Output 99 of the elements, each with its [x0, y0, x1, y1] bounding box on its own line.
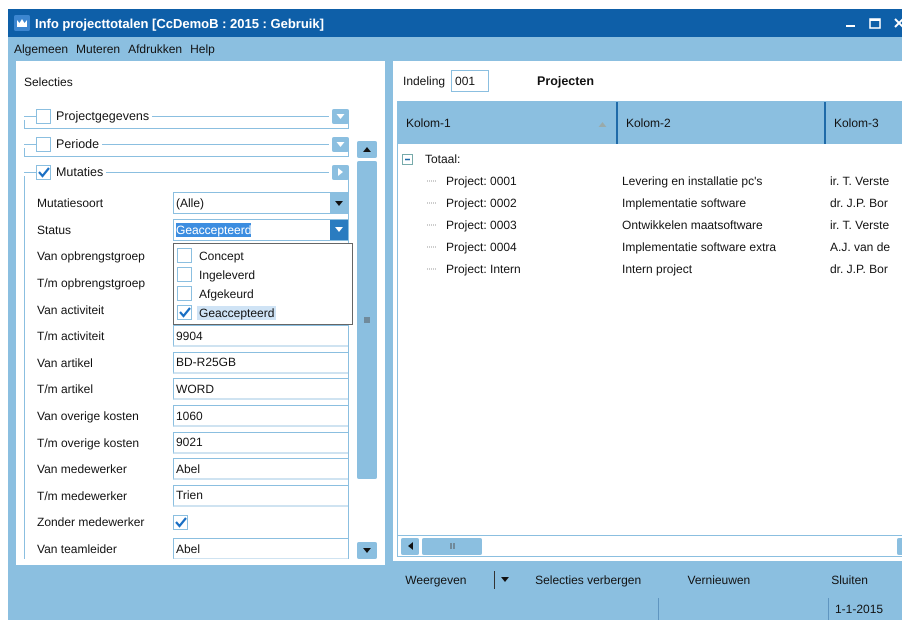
grip-icon — [364, 317, 370, 323]
status-date: 1-1-2015 — [828, 598, 902, 620]
scroll-down-button[interactable] — [357, 542, 377, 559]
dropdown-arrow-icon — [501, 577, 510, 582]
table-cell-text: dr. J.P. Bor — [830, 196, 889, 210]
menu-item[interactable]: Afdrukken — [128, 42, 182, 56]
dropdown-field[interactable]: (Alle) — [173, 192, 348, 214]
crown-icon — [14, 15, 30, 31]
input-field[interactable]: BD-R25GB — [173, 352, 348, 374]
option-label[interactable]: Geaccepteerd — [197, 306, 276, 320]
input-field[interactable]: Abel — [173, 538, 348, 559]
window-title: Info projecttotalen [CcDemoB : 2015 : Gebruik] — [35, 16, 325, 30]
checkbox[interactable] — [36, 108, 51, 124]
option-label[interactable]: Afgekeurd — [197, 286, 256, 301]
checkmark-icon — [178, 307, 190, 318]
field-label: Indeling — [403, 74, 446, 88]
option-label[interactable]: Ingeleverd — [197, 268, 258, 282]
table-cell-text: Project: 0002 — [446, 196, 518, 210]
table-cell-text: Project: 0003 — [446, 218, 518, 232]
down-arrow-icon — [362, 548, 372, 553]
checkbox[interactable] — [36, 136, 51, 152]
group-label: Projectgegevens — [56, 109, 150, 123]
table-cell-text: Project: Intern — [446, 262, 522, 276]
checkbox[interactable] — [177, 286, 192, 302]
input-field[interactable]: 9904 — [173, 325, 348, 348]
field-label: Zonder medewerker — [37, 515, 146, 530]
tree-line-icon — [427, 224, 437, 226]
field-label: Van teamleider — [37, 542, 118, 556]
dropdown-arrow-icon — [335, 227, 343, 232]
field-label: Van overige kosten — [37, 409, 140, 424]
table-cell-text: Intern project — [622, 262, 694, 276]
group-label: Periode — [56, 137, 100, 151]
checkbox[interactable] — [177, 267, 192, 282]
field-label: Mutatiesoort — [37, 196, 104, 210]
menu-item[interactable]: Help — [190, 42, 215, 56]
checkbox[interactable] — [177, 248, 192, 264]
field-label: T/m medewerker — [37, 488, 128, 503]
input-field[interactable]: WORD — [173, 378, 348, 400]
tree-line-icon — [427, 268, 437, 270]
field-label: T/m overige kosten — [37, 436, 140, 450]
expand-button[interactable] — [332, 136, 349, 152]
tree-line-icon — [427, 180, 437, 182]
menu-item[interactable]: Algemeen — [14, 42, 68, 56]
menu-item[interactable]: Muteren — [76, 42, 120, 56]
scrollbar-thumb[interactable] — [357, 161, 377, 479]
column-header[interactable]: Kolom-3 — [826, 102, 902, 144]
group-label: Mutaties — [56, 165, 104, 179]
field-label: T/m artikel — [37, 382, 94, 396]
table-cell-text: Project: 0001 — [446, 174, 518, 188]
collapse-icon[interactable] — [402, 154, 413, 164]
table-cell-text: Implementatie software — [622, 196, 748, 210]
table-cell-text: ir. T. Verste — [830, 174, 890, 188]
checkmark-icon — [174, 516, 186, 528]
panel-title: Selecties — [23, 74, 74, 91]
field-label: Van artikel — [37, 356, 94, 370]
scroll-up-button[interactable] — [357, 141, 377, 158]
table-cell-text: A.J. van de — [830, 240, 892, 254]
table-cell-text: dr. J.P. Bor — [830, 262, 889, 276]
left-arrow-icon — [408, 542, 412, 550]
table-cell-text: Implementatie software extra — [622, 240, 778, 254]
field-label: T/m activiteit — [37, 329, 106, 344]
tree-label: Totaal: — [425, 152, 460, 166]
expand-button[interactable] — [332, 164, 349, 180]
field-label: T/m opbrengstgroep — [37, 276, 146, 290]
table-cell-text: ir. T. Verste — [830, 218, 890, 232]
input-field[interactable]: Trien — [173, 484, 348, 507]
checkbox[interactable] — [173, 514, 188, 530]
grip-icon — [450, 543, 454, 549]
tree-line-icon — [427, 202, 437, 204]
checkbox[interactable] — [36, 164, 51, 180]
maximize-icon[interactable] — [869, 18, 881, 28]
field-label: Van opbrengstgroep — [37, 249, 146, 264]
up-arrow-icon — [362, 147, 372, 152]
checkmark-icon — [38, 166, 50, 178]
right-arrow-icon — [338, 168, 343, 176]
sort-arrow-icon — [597, 122, 608, 127]
input-field[interactable]: 9021 — [173, 432, 348, 454]
input-field[interactable]: 001 — [451, 70, 490, 92]
table-cell-text: Project: 0004 — [446, 240, 518, 254]
scroll-left-button[interactable] — [401, 538, 419, 554]
column-header[interactable]: Kolom-1 — [398, 102, 618, 144]
scrollbar-thumb[interactable] — [422, 538, 482, 554]
column-header[interactable]: Kolom-2 — [618, 102, 826, 144]
table-cell-text: Levering en installatie pc's — [622, 174, 764, 188]
checkbox[interactable] — [177, 305, 192, 320]
input-field[interactable]: Abel — [173, 458, 348, 480]
close-icon[interactable] — [894, 18, 902, 28]
dropdown-arrow-icon — [335, 200, 343, 206]
field-label: Van activiteit — [37, 302, 106, 317]
down-arrow-icon — [336, 114, 345, 118]
option-label[interactable]: Concept — [197, 248, 246, 263]
expand-button[interactable] — [332, 108, 349, 124]
panel-heading: Projecten — [537, 74, 594, 88]
tree-line-icon — [427, 246, 437, 248]
field-label: Van medewerker — [37, 462, 128, 476]
field-label: Status — [37, 222, 72, 237]
down-arrow-icon — [336, 142, 345, 146]
input-field[interactable]: 1060 — [173, 405, 348, 428]
table-cell-text: Ontwikkelen maatsoftware — [622, 218, 764, 232]
